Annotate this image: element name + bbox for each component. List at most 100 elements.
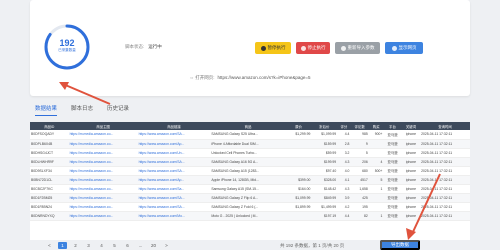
table-cell[interactable]: https://www.amazon.com/SA... (137, 166, 211, 176)
table-cell[interactable]: https://www.amazon.com/Ap... (137, 175, 211, 185)
table-cell[interactable]: https://www.amazon.com/SA... (137, 130, 211, 140)
table-cell: 4517 (350, 175, 369, 185)
column-header[interactable]: 评分 (337, 122, 351, 130)
table-cell (285, 211, 312, 221)
table-cell: B0DFSOQADY (30, 130, 69, 140)
page-button[interactable]: 6 (123, 242, 132, 249)
table-cell: Samsung Galaxy A15 (SM-15... (210, 184, 286, 194)
table-cell: B0D1F2BM25 (30, 193, 69, 203)
table-cell: 亚马逊 (383, 184, 402, 194)
table-cell: 2025-04-11 17:32:11 (420, 148, 470, 158)
table-cell[interactable]: https://www.amazon.com/SA... (137, 157, 211, 167)
table-cell: $1,299.99 (285, 130, 312, 140)
annotation-arrow-right (406, 173, 441, 240)
table-row[interactable]: B0DFSOQADY https://m.media-amazon.co... ht… (30, 130, 470, 140)
page-button[interactable]: 20 (149, 242, 158, 249)
table-cell: $59.99 (311, 148, 338, 158)
column-header[interactable]: 购买 (368, 122, 384, 130)
script-status: 脚本状态: 运行中 (125, 44, 162, 50)
table-cell (285, 148, 312, 158)
table-cell: $199.99 (311, 157, 338, 167)
table-cell: 82 (350, 211, 369, 221)
next-page-button[interactable]: > (162, 242, 171, 249)
page-button[interactable]: 5 (110, 242, 119, 249)
table-cell: $97.40 (311, 166, 338, 176)
table-cell: $1,499.99 (311, 202, 338, 212)
column-header[interactable]: 平台 (383, 122, 402, 130)
table-cell[interactable]: https://m.media-amazon.co... (68, 148, 138, 158)
table-cell: 4.3 (337, 184, 351, 194)
table-cell: 4.2 (337, 202, 351, 212)
column-header[interactable]: 商品链接 (137, 122, 211, 130)
prev-page-button[interactable]: < (45, 242, 54, 249)
page-button[interactable]: 3 (84, 242, 93, 249)
table-cell[interactable]: https://www.amazon.com/Sa... (137, 184, 211, 194)
pause-button[interactable]: 暂停执行 (255, 42, 291, 54)
table-cell[interactable]: https://www.amazon.com/Ap... (137, 139, 211, 149)
page-button[interactable]: 1 (58, 242, 67, 249)
table-cell[interactable]: https://www.amazon.com/Mo... (137, 211, 211, 221)
table-cell: iphone (401, 130, 421, 140)
table-cell[interactable]: https://m.media-amazon.co... (68, 130, 138, 140)
table-cell[interactable]: https://m.media-amazon.co... (68, 211, 138, 221)
page-button: ... (138, 243, 143, 248)
column-header[interactable]: 原价 (285, 122, 312, 130)
table-cell: 4.4 (337, 130, 351, 140)
column-header[interactable]: 商品ID (30, 122, 69, 130)
table-row[interactable]: B0DPLB6X4B https://m.media-amazon.co... ht… (30, 139, 470, 149)
table-cell[interactable]: https://www.amazon.com/SA... (137, 202, 211, 212)
column-header[interactable]: 评论数 (350, 122, 369, 130)
table-cell: 亚马逊 (383, 193, 402, 203)
table-row[interactable]: B0DHSG4JCT https://m.media-amazon.co... ht… (30, 148, 470, 158)
table-cell[interactable]: https://m.media-amazon.co... (68, 175, 138, 185)
table-cell[interactable]: https://m.media-amazon.co... (68, 202, 138, 212)
column-header[interactable]: 查询时间 (420, 122, 470, 130)
table-cell: 1,658 (350, 184, 369, 194)
reimport-button[interactable]: 重新导入参数 (335, 42, 380, 54)
table-cell: 2.8 (337, 139, 351, 149)
pause-label: 暂停执行 (267, 45, 286, 50)
tab-data-results[interactable]: 数据结果 (35, 104, 58, 116)
status-value: 运行中 (148, 44, 162, 49)
page-button[interactable]: 2 (71, 242, 80, 249)
table-cell: $399.00 (285, 175, 312, 185)
view-label: 显示网页 (398, 45, 417, 50)
table-cell: Apple iPhone 14, 128GB, Mid... (210, 175, 286, 185)
table-cell[interactable]: https://m.media-amazon.co... (68, 157, 138, 167)
stop-button[interactable]: 停止执行 (296, 42, 330, 54)
table-cell (285, 139, 312, 149)
column-header[interactable]: 折后价 (311, 122, 338, 130)
table-cell: 680 (350, 166, 369, 176)
table-cell: 2025-04-11 17:32:11 (420, 157, 470, 167)
table-cell[interactable]: https://m.media-amazon.co... (68, 184, 138, 194)
progress-readout: 192 已采集数量 (42, 38, 92, 53)
table-cell: Moto G - 2025 | Unlocked | M... (210, 211, 286, 221)
stop-icon (300, 45, 306, 51)
page-button[interactable]: 4 (97, 242, 106, 249)
open-page-url[interactable]: https://www.amazon.com/s?k=iPhone&page=5 (217, 75, 310, 80)
table-cell: 1 (368, 184, 384, 194)
table-cell[interactable]: https://m.media-amazon.co... (68, 166, 138, 176)
table-cell: SAMSUNG Galaxy S25 Ultra... (210, 130, 286, 140)
table-cell: iphone (401, 157, 421, 167)
show-page-button[interactable]: 显示网页 (385, 42, 423, 54)
table-row[interactable]: B0DLHWHR9F https://m.media-amazon.co... ht… (30, 157, 470, 167)
table-cell: 4.0 (337, 166, 351, 176)
table-cell: B0DNRNDYXQ (30, 211, 69, 221)
table-cell[interactable]: https://m.media-amazon.co... (68, 139, 138, 149)
table-cell[interactable]: https://www.amazon.com/SA... (137, 193, 211, 203)
column-header[interactable]: 商品 (210, 122, 286, 130)
table-cell: $1,099.99 (311, 130, 338, 140)
annotation-arrow-left (59, 82, 111, 105)
table-cell: iphone (401, 139, 421, 149)
table-cell: 206 (350, 157, 369, 167)
table-cell: iPhone 4 Affordable Dual SIM... (210, 139, 286, 149)
column-header[interactable]: 商品主图 (68, 122, 138, 130)
table-cell[interactable]: https://www.amazon.com/Un... (137, 148, 211, 158)
table-cell[interactable]: https://m.media-amazon.co... (68, 193, 138, 203)
table-cell: 亚马逊 (383, 139, 402, 149)
table-cell: 2025-04-11 17:32:11 (420, 139, 470, 149)
table-cell: SAMSUNG Galaxy A16 5G A... (210, 157, 286, 167)
table-cell: 4.4 (337, 211, 351, 221)
column-header[interactable]: 关键词 (401, 122, 421, 130)
